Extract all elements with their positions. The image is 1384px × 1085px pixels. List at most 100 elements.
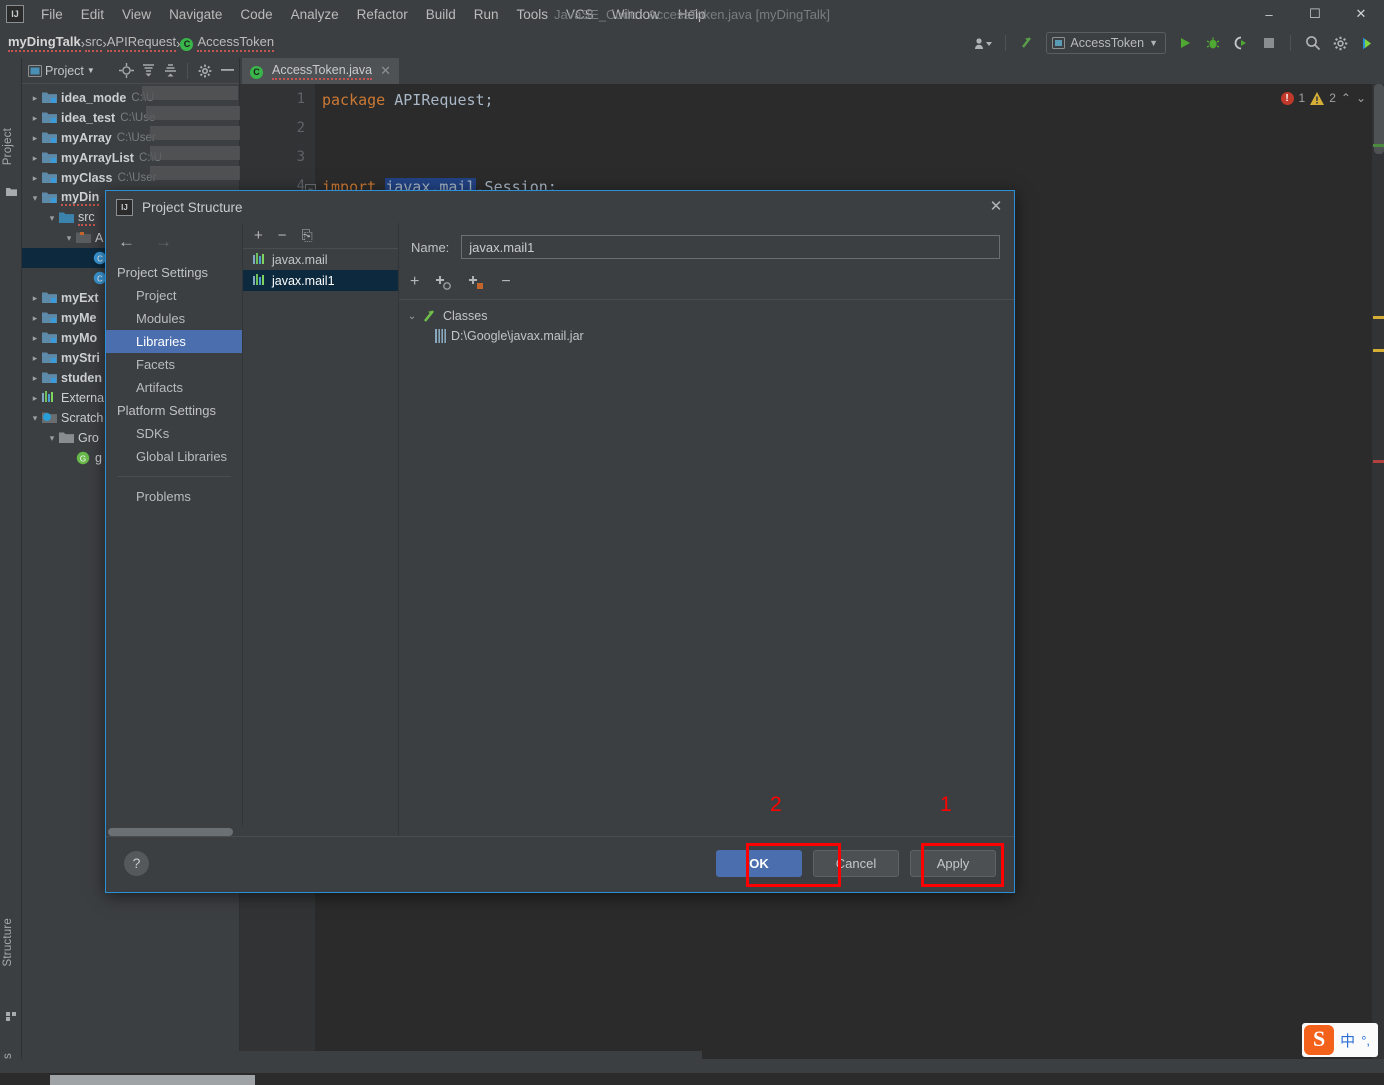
expand-all-icon[interactable] [140, 63, 156, 79]
nav-item-facets[interactable]: Facets [106, 353, 242, 376]
ime-punctuation-label[interactable]: °, [1361, 1033, 1370, 1048]
chevron-down-icon[interactable]: ▾ [45, 433, 59, 444]
ide-help-icon[interactable] [1359, 34, 1378, 53]
add-class-icon[interactable] [435, 274, 452, 291]
stripe-mark-warning[interactable] [1373, 349, 1384, 352]
add-jar-directory-icon[interactable] [468, 274, 485, 291]
collapse-all-icon[interactable] [162, 63, 178, 79]
maximize-button[interactable]: ☐ [1292, 0, 1338, 28]
redacted-path-3 [150, 126, 240, 140]
editor-tab-accesstoken[interactable]: C AccessToken.java ✕ [242, 58, 399, 84]
locate-icon[interactable] [118, 63, 134, 79]
menu-refactor[interactable]: Refactor [348, 4, 417, 25]
library-list-item[interactable]: javax.mail [243, 249, 398, 270]
chevron-right-icon[interactable]: ▸ [28, 353, 42, 364]
package-icon [76, 231, 91, 246]
chevron-down-icon[interactable]: ⌄ [1356, 91, 1366, 105]
chevron-right-icon[interactable]: ▸ [28, 133, 42, 144]
breadcrumb-src[interactable]: src [85, 34, 103, 52]
update-project-icon[interactable] [1018, 34, 1037, 53]
chevron-right-icon[interactable]: ▸ [28, 333, 42, 344]
chevron-up-icon[interactable]: ⌃ [1341, 91, 1351, 105]
user-dropdown-icon[interactable] [974, 34, 993, 53]
nav-item-modules[interactable]: Modules [106, 307, 242, 330]
line-number: 1 [296, 91, 305, 107]
minimize-button[interactable]: – [1246, 0, 1292, 28]
ime-mode-label[interactable]: 中 [1340, 1030, 1355, 1051]
menu-run[interactable]: Run [465, 4, 508, 25]
chevron-down-icon[interactable]: ▾ [28, 413, 42, 424]
chevron-down-icon: ▼ [1149, 38, 1158, 48]
library-name-input[interactable] [461, 235, 1000, 259]
sogou-ime-toolbar[interactable]: S 中 °, [1302, 1023, 1378, 1057]
error-stripe-gutter[interactable] [1372, 84, 1384, 1073]
chevron-down-icon[interactable]: ▾ [62, 233, 76, 244]
breadcrumb-file[interactable]: C AccessToken [180, 34, 275, 52]
run-with-coverage-icon[interactable] [1231, 34, 1250, 53]
tree-node-classes[interactable]: ⌄ Classes [399, 306, 1014, 326]
chevron-down-icon[interactable]: ⌄ [406, 311, 418, 322]
java-class-icon: C [250, 65, 263, 79]
back-arrow-icon[interactable]: ← [118, 232, 135, 252]
nav-group-platform-settings: Platform Settings [117, 403, 216, 418]
close-icon[interactable]: ✕ [380, 63, 391, 79]
chevron-down-icon[interactable]: ▾ [45, 213, 59, 224]
project-panel-title[interactable]: Project ▼ [28, 64, 95, 78]
debug-icon[interactable] [1203, 34, 1222, 53]
menu-edit[interactable]: Edit [72, 4, 113, 25]
help-button[interactable]: ? [124, 851, 149, 876]
nav-item-global-libraries[interactable]: Global Libraries [106, 445, 242, 468]
stripe-mark-warning[interactable] [1373, 316, 1384, 319]
settings-gear-icon[interactable] [197, 63, 213, 79]
close-icon[interactable]: ✕ [986, 198, 1006, 218]
breadcrumb-project[interactable]: myDingTalk [8, 34, 81, 52]
chevron-right-icon[interactable]: ▸ [28, 373, 42, 384]
stripe-mark-error[interactable] [1373, 460, 1384, 463]
add-icon[interactable]: + [410, 273, 419, 291]
tree-node-jar[interactable]: D:\Google\javax.mail.jar [399, 326, 1014, 346]
taskbar-scroll[interactable] [50, 1075, 255, 1085]
menu-tools[interactable]: Tools [508, 4, 558, 25]
menu-analyze[interactable]: Analyze [282, 4, 348, 25]
menu-code[interactable]: Code [231, 4, 281, 25]
library-list-item-selected[interactable]: javax.mail1 [243, 270, 398, 291]
remove-icon[interactable]: − [501, 273, 510, 291]
settings-gear-icon[interactable] [1331, 34, 1350, 53]
module-folder-icon [42, 331, 57, 346]
nav-item-artifacts[interactable]: Artifacts [106, 376, 242, 399]
run-configuration-selector[interactable]: AccessToken ▼ [1046, 32, 1166, 54]
stop-icon[interactable] [1259, 34, 1278, 53]
menu-file[interactable]: File [32, 4, 72, 25]
nav-item-problems[interactable]: Problems [106, 485, 242, 508]
chevron-right-icon[interactable]: ▸ [28, 293, 42, 304]
library-name-row: Name: [399, 223, 1014, 259]
nav-item-project[interactable]: Project [106, 284, 242, 307]
error-icon: ! [1280, 91, 1294, 105]
chevron-down-icon[interactable]: ▾ [28, 193, 42, 204]
project-tree-row-label: myDin [61, 190, 100, 206]
chevron-right-icon[interactable]: ▸ [28, 173, 42, 184]
breadcrumb-package[interactable]: APIRequest [106, 34, 177, 52]
menu-navigate[interactable]: Navigate [160, 4, 231, 25]
menu-view[interactable]: View [113, 4, 160, 25]
close-button[interactable]: ✕ [1338, 0, 1384, 28]
chevron-right-icon[interactable]: ▸ [28, 393, 42, 404]
hide-panel-icon[interactable] [219, 63, 235, 79]
remove-icon[interactable]: − [278, 227, 287, 244]
menu-build[interactable]: Build [417, 4, 465, 25]
strip-button-structure[interactable]: Structure [2, 918, 14, 966]
chevron-right-icon[interactable]: ▸ [28, 153, 42, 164]
chevron-right-icon[interactable]: ▸ [28, 93, 42, 104]
nav-item-sdks[interactable]: SDKs [106, 422, 242, 445]
run-icon[interactable] [1175, 34, 1194, 53]
inspection-status-badge[interactable]: ! 1 2 ⌃ ⌄ [1280, 91, 1366, 105]
chevron-right-icon[interactable]: ▸ [28, 113, 42, 124]
copy-icon[interactable]: ⎘ [302, 227, 313, 244]
search-everywhere-icon[interactable] [1303, 34, 1322, 53]
add-icon[interactable]: + [254, 227, 263, 244]
chevron-right-icon[interactable]: ▸ [28, 313, 42, 324]
forward-arrow-icon[interactable]: → [155, 232, 172, 252]
nav-item-libraries[interactable]: Libraries [106, 330, 242, 353]
stripe-mark-info[interactable] [1373, 144, 1384, 147]
strip-button-project[interactable]: Project [2, 128, 14, 165]
